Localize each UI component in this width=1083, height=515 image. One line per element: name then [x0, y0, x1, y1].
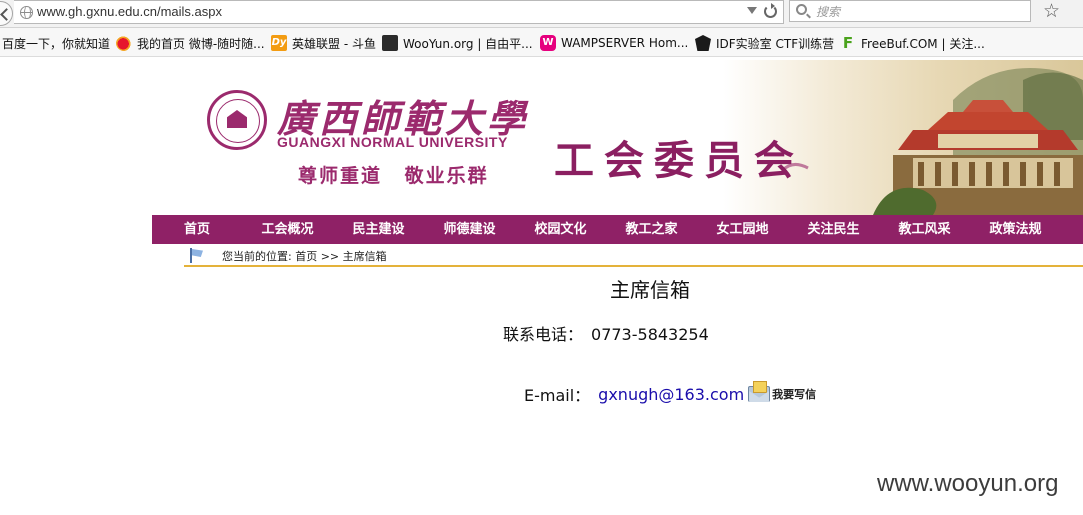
douyu-icon: Dy — [271, 35, 287, 51]
breadcrumb-text: 您当前的位置: 首页 >> 主席信箱 — [222, 250, 387, 263]
nav-item-more[interactable]: 下 — [1061, 215, 1083, 244]
search-icon — [796, 4, 807, 15]
bookmark-baidu[interactable]: 百度一下，你就知道 — [2, 35, 110, 51]
nav-item-union-overview[interactable]: 工会概况 — [242, 215, 333, 244]
email-link[interactable]: gxnugh@163.com — [598, 385, 744, 404]
nav-item-staff-showcase[interactable]: 教工风采 — [879, 215, 970, 244]
dropdown-arrow-icon[interactable] — [747, 7, 757, 14]
idf-shield-icon — [695, 35, 711, 51]
bookmark-star-icon[interactable]: ☆ — [1043, 0, 1060, 22]
url-text[interactable]: www.gh.gxnu.edu.cn/mails.aspx — [37, 4, 222, 19]
back-button[interactable] — [0, 1, 13, 26]
bookmark-label: 我的首页 微博-随时随... — [137, 36, 265, 51]
nav-item-campus-culture[interactable]: 校园文化 — [515, 215, 606, 244]
email-label: E-mail： — [524, 386, 591, 405]
contact-email-row: E-mail： gxnugh@163.com 我要写信 — [524, 381, 817, 406]
watermark-text: www.wooyun.org — [877, 470, 1059, 497]
site-header-banner: 廣西師範大學 GUANGXI NORMAL UNIVERSITY 尊师重道 敬业… — [152, 60, 1083, 215]
bookmark-label: FreeBuf.COM | 关注... — [861, 36, 985, 51]
address-bar[interactable]: www.gh.gxnu.edu.cn/mails.aspx — [14, 0, 784, 24]
nav-item-policies[interactable]: 政策法规 — [970, 215, 1061, 244]
phone-label: 联系电话： — [503, 325, 584, 344]
contact-phone-row: 联系电话： 0773-5843254 — [503, 321, 709, 345]
bookmark-wooyun[interactable]: WooYun.org | 自由平... — [382, 35, 533, 51]
bookmark-douyu[interactable]: Dy 英雄联盟 - 斗鱼 — [271, 35, 376, 51]
freebuf-icon: F — [842, 34, 854, 52]
search-placeholder: 搜索 — [816, 5, 841, 19]
bookmark-label: WooYun.org | 自由平... — [403, 36, 533, 51]
university-motto: 尊师重道 敬业乐群 — [298, 165, 489, 187]
globe-icon — [20, 6, 33, 19]
nav-item-female-staff[interactable]: 女工园地 — [697, 215, 788, 244]
nav-item-democracy[interactable]: 民主建设 — [333, 215, 424, 244]
page-title: 主席信箱 — [610, 278, 690, 302]
nav-item-livelihood[interactable]: 关注民生 — [788, 215, 879, 244]
browser-toolbar: www.gh.gxnu.edu.cn/mails.aspx 搜索 ☆ — [0, 0, 1083, 28]
wooyun-icon — [382, 35, 398, 51]
bookmarks-bar: 百度一下，你就知道 我的首页 微博-随时随... Dy 英雄联盟 - 斗鱼 Wo… — [0, 28, 1083, 57]
university-name-en: GUANGXI NORMAL UNIVERSITY — [277, 134, 508, 150]
nav-item-teacher-ethics[interactable]: 师德建设 — [424, 215, 515, 244]
write-mail-label: 我要写信 — [772, 388, 817, 401]
university-seal-logo — [207, 90, 267, 150]
bookmark-wampserver[interactable]: W WAMPSERVER Hom... — [540, 35, 688, 51]
bookmark-label: 英雄联盟 - 斗鱼 — [292, 36, 376, 51]
breadcrumb: 您当前的位置: 首页 >> 主席信箱 — [184, 244, 1083, 267]
nav-item-staff-home[interactable]: 教工之家 — [606, 215, 697, 244]
envelope-icon — [748, 381, 771, 402]
reload-icon[interactable] — [764, 3, 777, 18]
weibo-icon — [116, 35, 132, 51]
search-input[interactable]: 搜索 — [789, 0, 1031, 22]
bookmark-label: WAMPSERVER Hom... — [561, 36, 689, 50]
phone-value: 0773-5843254 — [591, 325, 709, 344]
union-committee-title: 工会委员会 — [554, 137, 804, 184]
bookmark-weibo[interactable]: 我的首页 微博-随时随... — [116, 35, 265, 51]
flag-icon — [189, 248, 203, 263]
bookmark-freebuf[interactable]: F FreeBuf.COM | 关注... — [840, 35, 985, 51]
bookmark-label: IDF实验室 CTF训练营 — [716, 36, 835, 51]
bookmark-idf[interactable]: IDF实验室 CTF训练营 — [695, 35, 834, 51]
write-mail-button[interactable]: 我要写信 — [748, 381, 817, 402]
main-navigation: 首页 工会概况 民主建设 师德建设 校园文化 教工之家 女工园地 关注民生 教工… — [152, 215, 1083, 244]
nav-item-home[interactable]: 首页 — [152, 215, 242, 244]
wampserver-icon: W — [540, 35, 556, 51]
bookmark-label: 百度一下，你就知道 — [2, 36, 111, 51]
